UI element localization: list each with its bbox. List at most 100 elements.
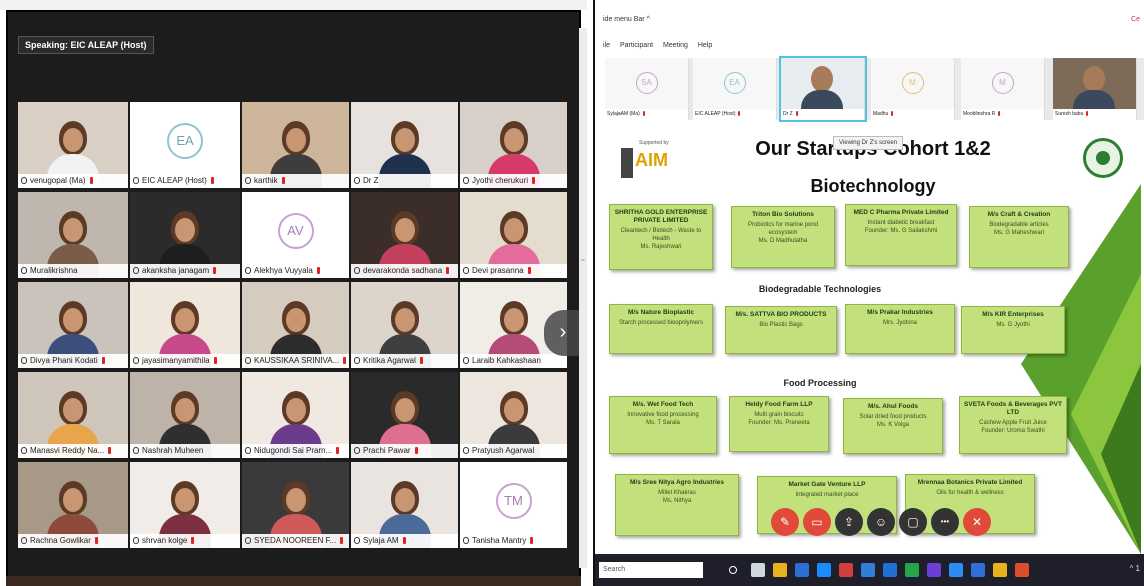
- participant-tile[interactable]: akanksha janagam: [130, 192, 240, 278]
- taskbar-search-input[interactable]: Search: [599, 562, 703, 578]
- muted-icon: [891, 111, 894, 116]
- mic-icon: [463, 267, 469, 274]
- taskbar-app-icon[interactable]: [839, 563, 853, 577]
- participant-name: EIC ALEAP (Host): [142, 176, 207, 185]
- mic-off-icon[interactable]: ✎: [771, 508, 799, 536]
- participant-tile[interactable]: SYEDA NOOREEN F...: [242, 462, 349, 548]
- muted-icon: [108, 447, 112, 454]
- startup-description: Mrs. Jyotsna: [882, 320, 917, 326]
- participant-tile[interactable]: TM Tanisha Mantry: [460, 462, 567, 548]
- taskbar-app-icon[interactable]: [971, 563, 985, 577]
- participant-tile[interactable]: AV Alekhya Vuyyala: [242, 192, 349, 278]
- menu-file[interactable]: ile: [603, 42, 610, 49]
- participant-tile[interactable]: Devi prasanna: [460, 192, 567, 278]
- thumbnail-tile[interactable]: M Mooblinshra R: [961, 58, 1045, 120]
- participant-name: Rachna Gowlikar: [30, 536, 91, 545]
- participant-tile[interactable]: Dr Z: [351, 102, 458, 188]
- participant-name: Alekhya Vuyyala: [254, 266, 313, 275]
- avatar-initials: EA: [723, 72, 746, 94]
- participant-name-label: KAUSSIKAA SRINIVA...: [242, 354, 349, 368]
- share-icon[interactable]: ⇪: [835, 508, 863, 536]
- participant-tile[interactable]: Nidugondi Sai Prarn...: [242, 372, 349, 458]
- thumbnail-name-label: EIC ALEAP (Host): [693, 109, 776, 120]
- thumbnail-name-label: Suresh babu: [1053, 109, 1136, 120]
- participant-tile[interactable]: KAUSSIKAA SRINIVA...: [242, 282, 349, 368]
- participant-name-label: Nidugondi Sai Prarn...: [242, 444, 349, 458]
- participant-name: Tanisha Mantry: [472, 536, 527, 545]
- gallery-window: Speaking: EIC ALEAP (Host) venugopal (Ma…: [0, 0, 587, 586]
- menu-meeting[interactable]: Meeting: [663, 42, 688, 49]
- taskbar-app-icon[interactable]: [751, 563, 765, 577]
- menu-participant[interactable]: Participant: [620, 42, 653, 49]
- participant-tile[interactable]: Divya Phani Kodati: [18, 282, 128, 368]
- more-icon[interactable]: •••: [931, 508, 959, 536]
- muted-icon: [316, 267, 320, 274]
- video-off-icon[interactable]: ▭: [803, 508, 831, 536]
- taskbar-app-icon[interactable]: [905, 563, 919, 577]
- thumbnail-tile[interactable]: Suresh babu: [1053, 58, 1137, 120]
- startup-founder: Founder: Uroma Swathi: [981, 428, 1045, 434]
- participant-name-label: devarakonda sadhana: [351, 264, 458, 278]
- participant-tile[interactable]: jayasimanyamithila: [130, 282, 240, 368]
- participant-tile[interactable]: karthik: [242, 102, 349, 188]
- participant-tile[interactable]: Jyothi cherukuri: [460, 102, 567, 188]
- participant-name-label: Alekhya Vuyyala: [242, 264, 349, 278]
- taskbar-app-icon[interactable]: [773, 563, 787, 577]
- participant-name: karthik: [254, 176, 278, 185]
- person-face: [394, 307, 415, 332]
- taskbar-app-icon[interactable]: [729, 566, 737, 574]
- participant-strip: SA SylajaAM (Ma) EA EIC ALEAP (Host) Dr Z M Ma…: [605, 56, 1144, 122]
- participant-tile[interactable]: Muralikrishna: [18, 192, 128, 278]
- mic-icon: [21, 537, 27, 544]
- participant-name: Nidugondi Sai Prarn...: [254, 446, 333, 455]
- chat-icon[interactable]: ▢: [899, 508, 927, 536]
- participant-tile[interactable]: Sylaja AM: [351, 462, 458, 548]
- menu-help[interactable]: Help: [698, 42, 712, 49]
- participant-tile[interactable]: Kritika Agarwal: [351, 282, 458, 368]
- taskbar-app-icon[interactable]: [949, 563, 963, 577]
- participants-icon[interactable]: ☺: [867, 508, 895, 536]
- startup-founder: Founder: Ms. Praneeta: [748, 420, 810, 426]
- next-page-button[interactable]: ›: [544, 310, 582, 356]
- muted-icon: [795, 111, 798, 116]
- person-face: [63, 487, 83, 512]
- thumbnail-tile[interactable]: M Madhu: [871, 58, 955, 120]
- participant-tile[interactable]: EA EIC ALEAP (Host): [130, 102, 240, 188]
- participant-tile[interactable]: Prachi Pawar: [351, 372, 458, 458]
- share-window: ide menu Bar ^ Ce ile Participant Meetin…: [593, 0, 1144, 586]
- participant-tile[interactable]: devarakonda sadhana: [351, 192, 458, 278]
- person-face: [63, 127, 83, 152]
- participant-tile[interactable]: Manasvi Reddy Na...: [18, 372, 128, 458]
- participant-name-label: Divya Phani Kodati: [18, 354, 128, 368]
- gallery-scrollbar[interactable]: ⌃: [579, 28, 587, 568]
- taskbar-app-icon[interactable]: [927, 563, 941, 577]
- taskbar-app-icon[interactable]: [883, 563, 897, 577]
- mic-icon: [354, 267, 360, 274]
- participant-tile[interactable]: venugopal (Ma): [18, 102, 128, 188]
- thumbnail-tile[interactable]: Dr Z: [779, 56, 867, 122]
- taskbar-app-icon[interactable]: [1015, 563, 1029, 577]
- taskbar-app-icon[interactable]: [861, 563, 875, 577]
- mic-icon: [245, 357, 251, 364]
- participant-name: Mooblinshra R: [963, 111, 996, 117]
- participant-tile[interactable]: Rachna Gowlikar: [18, 462, 128, 548]
- taskbar-app-icon[interactable]: [993, 563, 1007, 577]
- system-tray[interactable]: ^ 1: [1130, 564, 1140, 573]
- mic-icon: [463, 177, 469, 184]
- taskbar-app-icon[interactable]: [795, 563, 809, 577]
- muted-icon: [210, 177, 214, 184]
- participant-tile[interactable]: Nashrah Muheen: [130, 372, 240, 458]
- thumbnail-tile[interactable]: EA EIC ALEAP (Host): [693, 58, 777, 120]
- person-face: [503, 127, 524, 152]
- mic-icon: [21, 177, 27, 184]
- mic-icon: [245, 267, 251, 274]
- startup-card: M/s. Ahul Foods Solar dried food products…: [843, 398, 943, 454]
- taskbar-app-icon[interactable]: [817, 563, 831, 577]
- startup-card: M/s Nature Bioplastic Starch processed bi…: [609, 304, 713, 354]
- thumbnail-tile[interactable]: SA SylajaAM (Ma): [605, 58, 689, 120]
- end-icon[interactable]: ✕: [963, 508, 991, 536]
- participant-tile[interactable]: Pratyush Agarwal: [460, 372, 567, 458]
- participant-tile[interactable]: shrvan kolge: [130, 462, 240, 548]
- muted-icon: [281, 177, 285, 184]
- scroll-up-icon[interactable]: ⌃: [579, 258, 587, 267]
